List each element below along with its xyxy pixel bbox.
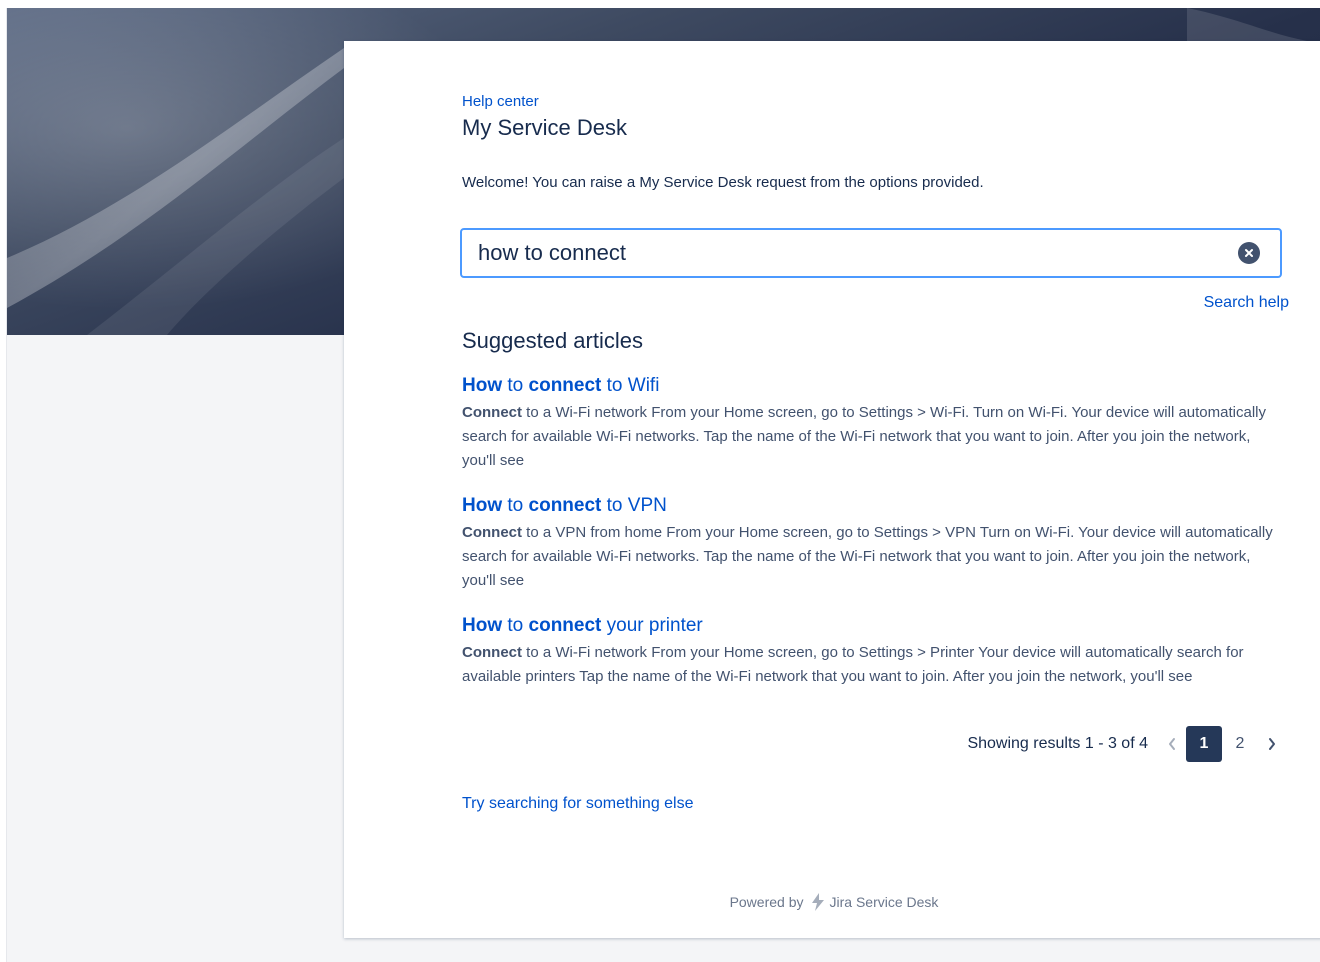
excerpt-text: to a VPN from home From your Home screen… xyxy=(462,524,1273,589)
next-page-button[interactable] xyxy=(1258,726,1286,762)
article-item: How to connect to VPN Connect to a VPN f… xyxy=(462,493,1282,593)
article-title-highlight: How xyxy=(462,615,503,636)
article-title-highlight: How xyxy=(462,375,503,396)
article-title-link[interactable]: How to connect to Wifi xyxy=(462,373,1282,399)
pagination: Showing results 1 - 3 of 4 1 2 xyxy=(967,726,1286,762)
chevron-left-icon xyxy=(1169,738,1175,750)
article-excerpt: Connect to a Wi-Fi network From your Hom… xyxy=(462,401,1282,473)
results-count: Showing results 1 - 3 of 4 xyxy=(967,735,1148,752)
article-excerpt: Connect to a Wi-Fi network From your Hom… xyxy=(462,641,1282,689)
search-input[interactable] xyxy=(478,238,1218,268)
article-title-link[interactable]: How to connect your printer xyxy=(462,613,1282,639)
article-title-text: to VPN xyxy=(601,495,667,516)
article-title-text: your printer xyxy=(601,615,703,636)
product-name[interactable]: Jira Service Desk xyxy=(830,894,939,910)
footer: Powered by Jira Service Desk xyxy=(344,893,1320,911)
excerpt-highlight: Connect xyxy=(462,524,522,541)
excerpt-highlight: Connect xyxy=(462,644,522,661)
chevron-right-icon xyxy=(1269,738,1275,750)
article-item: How to connect your printer Connect to a… xyxy=(462,613,1282,689)
powered-by-text: Powered by xyxy=(729,894,804,910)
breadcrumb-help-center[interactable]: Help center xyxy=(462,93,539,110)
article-title-highlight: How xyxy=(462,495,503,516)
excerpt-highlight: Connect xyxy=(462,404,522,421)
help-center-card: Help center My Service Desk Welcome! You… xyxy=(344,41,1320,938)
article-title-link[interactable]: How to connect to VPN xyxy=(462,493,1282,519)
try-searching-else-link[interactable]: Try searching for something else xyxy=(462,795,694,813)
search-field[interactable] xyxy=(460,228,1282,278)
excerpt-text: to a Wi-Fi network From your Home screen… xyxy=(462,404,1266,469)
close-icon xyxy=(1245,249,1253,257)
page-button-1[interactable]: 1 xyxy=(1186,726,1222,762)
article-excerpt: Connect to a VPN from home From your Hom… xyxy=(462,521,1282,593)
article-title-highlight: connect xyxy=(528,375,602,396)
article-title-highlight: connect xyxy=(528,495,602,516)
portal-page: Help center My Service Desk Welcome! You… xyxy=(6,8,1320,962)
previous-page-button[interactable] xyxy=(1158,726,1186,762)
article-item: How to connect to Wifi Connect to a Wi-F… xyxy=(462,373,1282,473)
suggested-articles-heading: Suggested articles xyxy=(462,328,643,353)
clear-search-icon[interactable] xyxy=(1238,242,1260,264)
jira-service-desk-logo-icon xyxy=(810,893,826,911)
page-title: My Service Desk xyxy=(462,115,628,140)
article-title-text: to Wifi xyxy=(601,375,660,396)
article-title-highlight: connect xyxy=(528,615,602,636)
article-title-text: to xyxy=(502,375,529,396)
search-help-link[interactable]: Search help xyxy=(1204,294,1289,312)
excerpt-text: to a Wi-Fi network From your Home screen… xyxy=(462,644,1244,685)
page-button-2[interactable]: 2 xyxy=(1222,726,1258,762)
article-title-text: to xyxy=(502,615,529,636)
welcome-message: Welcome! You can raise a My Service Desk… xyxy=(462,174,984,191)
article-title-text: to xyxy=(502,495,529,516)
